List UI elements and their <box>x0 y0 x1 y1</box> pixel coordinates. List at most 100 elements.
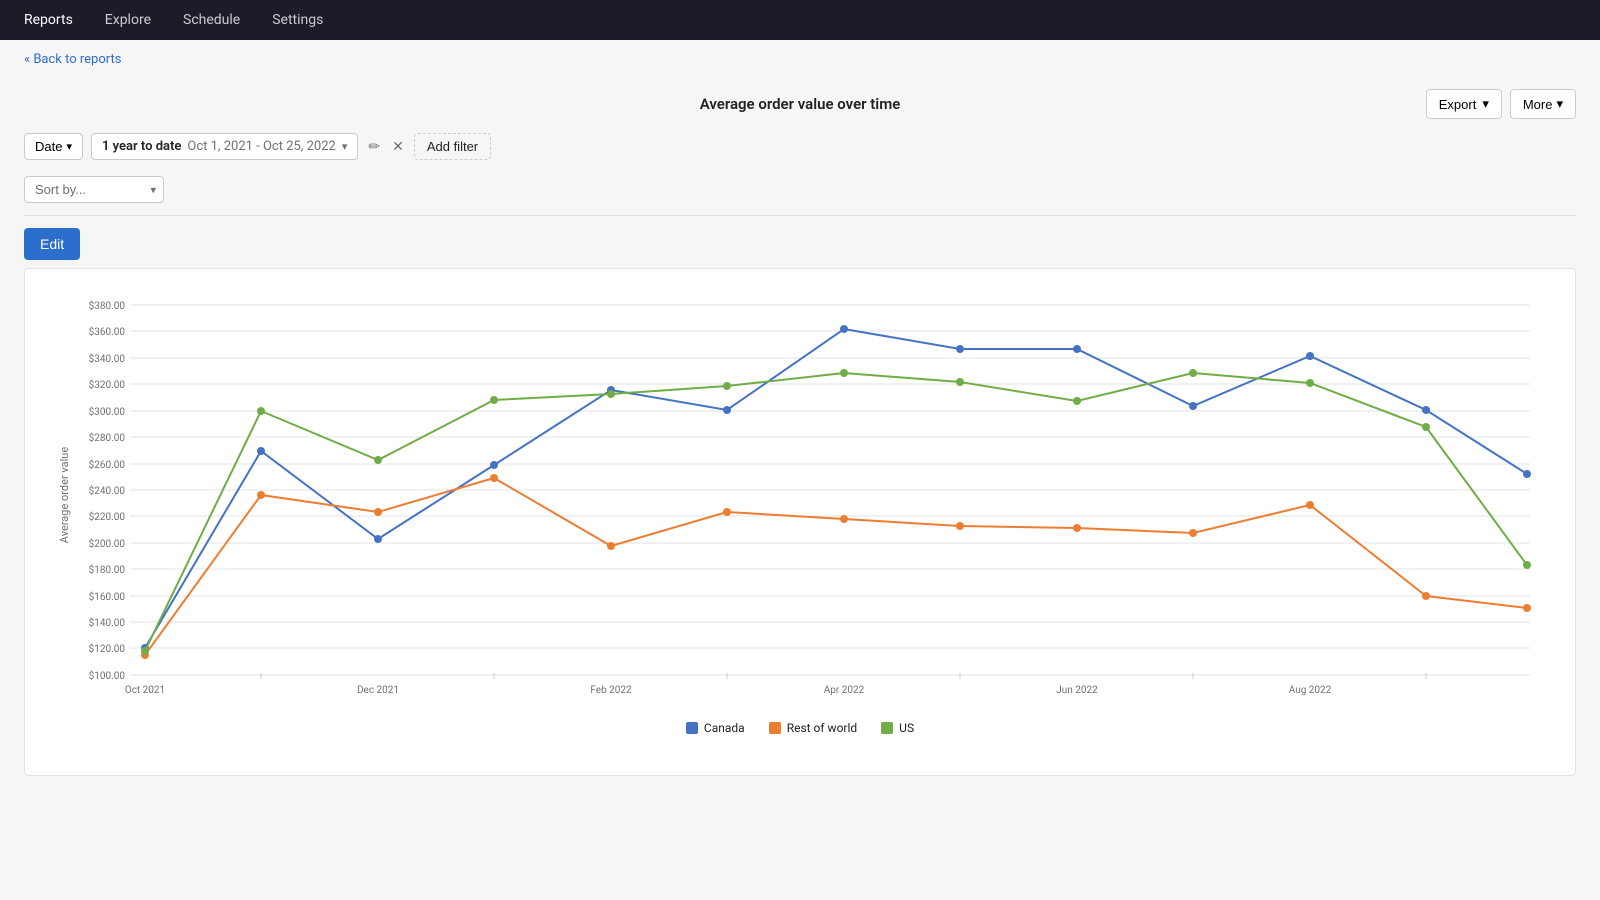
canada-dot <box>1189 402 1197 410</box>
sort-wrapper[interactable]: Sort by... <box>24 176 164 203</box>
canada-dot <box>956 345 964 353</box>
us-dot <box>956 378 964 386</box>
add-filter-button[interactable]: Add filter <box>414 133 491 160</box>
us-dot <box>1189 369 1197 377</box>
svg-text:$180.00: $180.00 <box>89 563 126 576</box>
us-dot <box>1523 561 1531 569</box>
us-dot <box>257 407 265 415</box>
report-header: Average order value over time Export ▾ M… <box>24 79 1576 125</box>
svg-text:Oct 2021: Oct 2021 <box>125 685 165 696</box>
canada-dot <box>840 325 848 333</box>
us-dot <box>840 369 848 377</box>
canada-dot <box>490 461 498 469</box>
row-dot <box>1523 604 1531 612</box>
us-dot <box>374 456 382 464</box>
row-dot <box>607 542 615 550</box>
row-dot <box>257 491 265 499</box>
svg-text:$360.00: $360.00 <box>89 325 126 338</box>
nav-reports[interactable]: Reports <box>8 0 89 40</box>
row-dot <box>1422 592 1430 600</box>
us-dot <box>141 647 149 655</box>
svg-text:Jun 2022: Jun 2022 <box>1056 685 1098 696</box>
row-dot <box>1073 524 1081 532</box>
legend-canada-label: Canada <box>704 721 745 735</box>
legend-row-color <box>769 722 781 734</box>
chart-container: Average order value <box>24 268 1576 776</box>
svg-text:$120.00: $120.00 <box>89 642 126 655</box>
svg-text:$340.00: $340.00 <box>89 352 126 365</box>
edit-button[interactable]: Edit <box>24 228 80 260</box>
us-dot <box>1306 379 1314 387</box>
nav-schedule[interactable]: Schedule <box>167 0 256 40</box>
row-dot <box>374 508 382 516</box>
date-range-chevron-icon: ▾ <box>342 140 348 153</box>
svg-text:$200.00: $200.00 <box>89 537 126 550</box>
svg-text:Aug 2022: Aug 2022 <box>1289 685 1332 696</box>
svg-text:$100.00: $100.00 <box>89 669 126 682</box>
legend-restofworld: Rest of world <box>769 721 857 735</box>
legend-canada: Canada <box>686 721 745 735</box>
legend-us-color <box>881 722 893 734</box>
filters-bar: Date ▾ 1 year to date Oct 1, 2021 - Oct … <box>24 125 1576 168</box>
svg-text:$380.00: $380.00 <box>89 299 126 312</box>
svg-text:$280.00: $280.00 <box>89 431 126 444</box>
svg-text:Apr 2022: Apr 2022 <box>824 685 865 696</box>
date-range-chip[interactable]: 1 year to date Oct 1, 2021 - Oct 25, 202… <box>91 133 358 160</box>
svg-text:$320.00: $320.00 <box>89 378 126 391</box>
date-range-label: 1 year to date <box>102 139 181 154</box>
svg-text:$220.00: $220.00 <box>89 510 126 523</box>
svg-text:$140.00: $140.00 <box>89 616 126 629</box>
filter-close-icon[interactable]: ✕ <box>390 139 406 155</box>
more-button[interactable]: More ▾ <box>1510 89 1576 119</box>
more-label: More <box>1523 97 1553 112</box>
legend-canada-color <box>686 722 698 734</box>
row-dot <box>840 515 848 523</box>
date-range-value: Oct 1, 2021 - Oct 25, 2022 <box>187 139 335 154</box>
y-axis-label: Average order value <box>58 447 71 544</box>
sort-select[interactable]: Sort by... <box>24 176 164 203</box>
us-dot <box>1422 423 1430 431</box>
canada-dot <box>723 406 731 414</box>
nav-settings[interactable]: Settings <box>256 0 339 40</box>
svg-text:$160.00: $160.00 <box>89 590 126 603</box>
us-dot <box>1073 397 1081 405</box>
chart-legend: Canada Rest of world US <box>41 721 1559 735</box>
date-filter-button[interactable]: Date ▾ <box>24 133 83 160</box>
svg-text:$260.00: $260.00 <box>89 458 126 471</box>
us-dot <box>607 390 615 398</box>
canada-dot <box>1422 406 1430 414</box>
legend-us-label: US <box>899 721 914 735</box>
restofworld-line <box>145 478 1527 655</box>
date-filter-chevron-icon: ▾ <box>66 140 72 153</box>
svg-text:Feb 2022: Feb 2022 <box>590 685 632 696</box>
row-dot <box>956 522 964 530</box>
report-title: Average order value over time <box>700 95 901 113</box>
svg-text:$240.00: $240.00 <box>89 484 126 497</box>
back-link[interactable]: « Back to reports <box>0 40 145 79</box>
row-dot <box>1306 501 1314 509</box>
nav-explore[interactable]: Explore <box>89 0 167 40</box>
canada-dot <box>1073 345 1081 353</box>
date-filter-label: Date <box>35 139 62 154</box>
svg-text:Dec 2021: Dec 2021 <box>357 685 399 696</box>
canada-dot <box>1523 470 1531 478</box>
us-dot <box>723 382 731 390</box>
us-dot <box>490 396 498 404</box>
row-dot <box>490 474 498 482</box>
canada-dot <box>374 535 382 543</box>
canada-line <box>145 329 1527 648</box>
export-chevron-icon: ▾ <box>1482 96 1489 112</box>
chart-svg: Average order value <box>41 285 1559 705</box>
more-chevron-icon: ▾ <box>1556 96 1563 112</box>
sort-bar: Sort by... <box>24 168 1576 216</box>
legend-row-label: Rest of world <box>787 721 857 735</box>
svg-text:$300.00: $300.00 <box>89 405 126 418</box>
canada-dot <box>1306 352 1314 360</box>
filter-edit-icon[interactable]: ✏ <box>366 139 382 155</box>
report-actions: Export ▾ More ▾ <box>1426 89 1576 119</box>
export-label: Export <box>1439 97 1477 112</box>
row-dot <box>723 508 731 516</box>
legend-us: US <box>881 721 914 735</box>
canada-dot <box>257 447 265 455</box>
export-button[interactable]: Export ▾ <box>1426 89 1502 119</box>
